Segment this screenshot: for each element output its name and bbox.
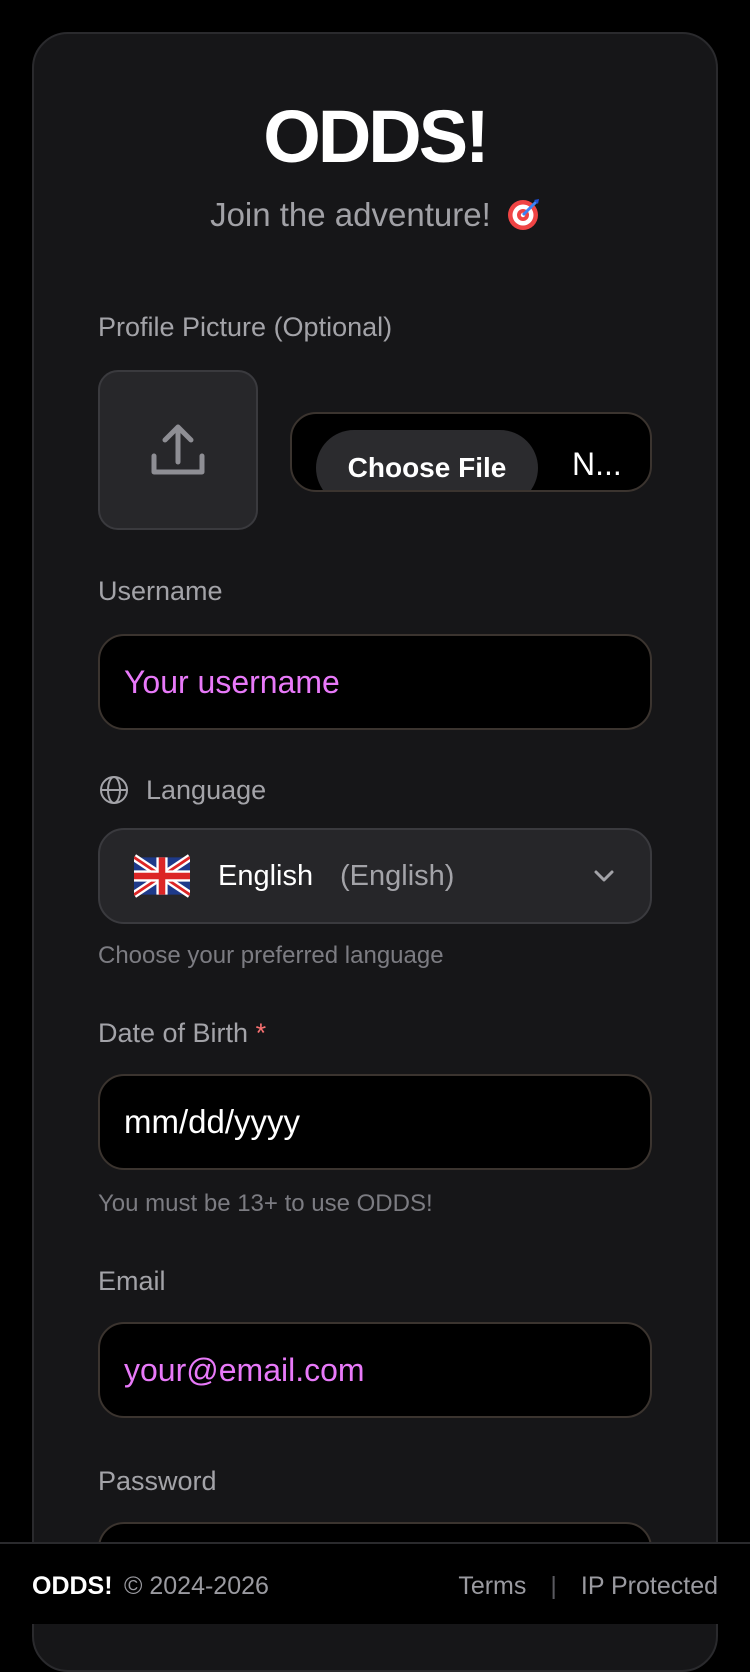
language-selected-native: (English) [340,860,455,892]
username-placeholder: Your username [124,664,340,700]
dob-label: Date of Birth * [98,1018,266,1049]
choose-file-button[interactable]: Choose File [316,430,538,490]
footer-links: Terms | IP Protected [458,1572,718,1601]
email-label: Email [98,1266,166,1296]
required-marker: * [255,1018,267,1048]
username-input[interactable]: Your username [98,634,652,730]
upload-icon [151,424,205,475]
email-input[interactable]: your@email.com [98,1322,652,1418]
language-label: Language [146,774,267,805]
file-status-text: N... [572,446,622,482]
tagline-text: Join the adventure! [210,196,491,233]
app-title: ODDS! [263,95,489,178]
footer-copyright: © 2024-2026 [124,1572,269,1600]
profile-picture-label: Profile Picture (Optional) [98,312,393,342]
language-selected-name: English [218,860,314,892]
target-icon [506,198,540,240]
footer-brand: ODDS! [32,1572,113,1600]
language-helper-text: Choose your preferred language [98,942,444,969]
signup-card: ODDS! Join the adventure! Profile Pictur… [32,32,718,1672]
email-placeholder: your@email.com [124,1352,365,1388]
footer-separator: | [550,1572,557,1600]
password-label: Password [98,1466,217,1496]
username-label: Username [98,576,223,606]
dob-helper-text: You must be 13+ to use ODDS! [98,1190,433,1217]
dob-placeholder: mm/dd/yyyy [124,1103,301,1140]
chevron-down-icon [594,870,614,882]
dob-input[interactable]: mm/dd/yyyy [98,1074,652,1170]
globe-icon [100,776,128,804]
footer: ODDS! © 2024-2026 Terms | IP Protected [0,1542,750,1624]
file-input[interactable]: Choose File N... [290,412,652,492]
dob-label-text: Date of Birth [98,1018,249,1048]
ip-protected-link[interactable]: IP Protected [581,1572,718,1601]
tagline: Join the adventure! [34,196,716,240]
uk-flag-icon [134,854,190,898]
language-label-row: Language [98,774,266,806]
terms-link[interactable]: Terms [458,1572,526,1601]
language-select[interactable]: English (English) [98,828,652,924]
avatar-upload-button[interactable] [98,370,258,530]
